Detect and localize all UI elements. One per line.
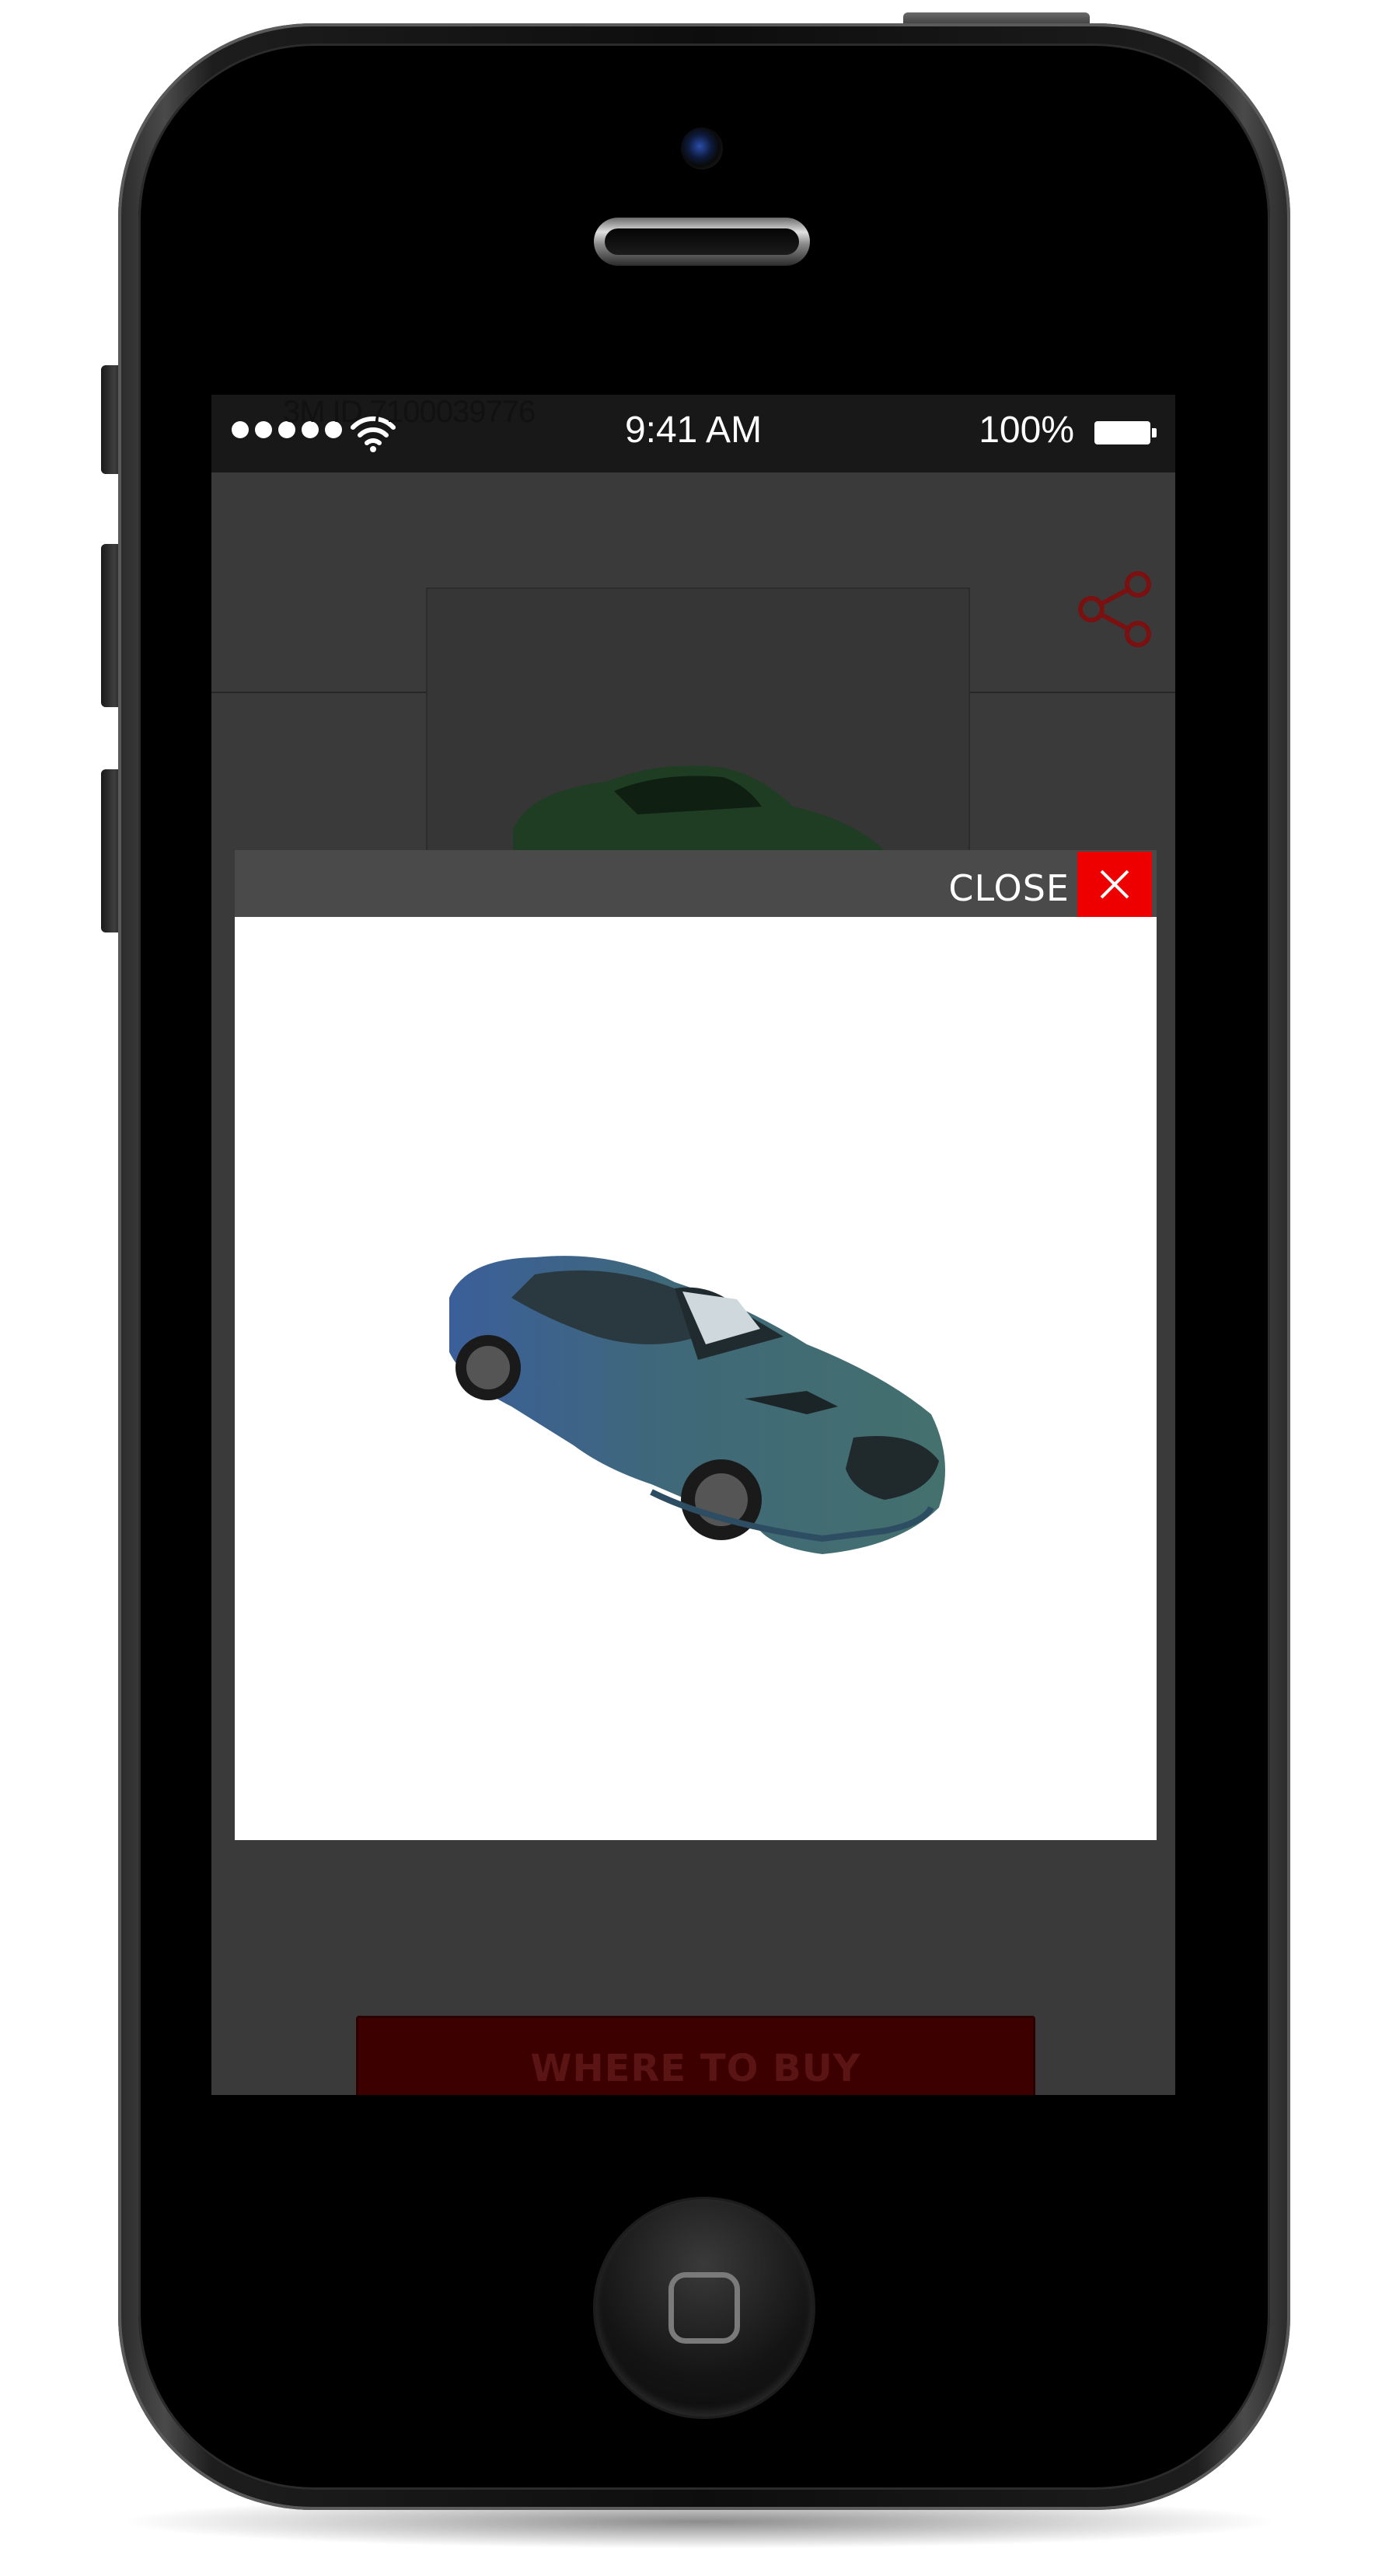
car-3d-image[interactable] bbox=[418, 1243, 978, 1577]
image-modal: CLOSE bbox=[235, 850, 1157, 1840]
share-icon[interactable] bbox=[1076, 569, 1157, 650]
screen: 3M ID 7100039776 9:41 AM 100% WHERE TO B… bbox=[211, 395, 1175, 2095]
where-to-buy-button[interactable]: WHERE TO BUY bbox=[356, 2016, 1035, 2095]
home-button bbox=[595, 2199, 813, 2417]
camera-icon bbox=[681, 127, 723, 169]
close-icon bbox=[1100, 870, 1129, 899]
home-square-icon bbox=[668, 2272, 740, 2344]
battery-icon bbox=[1094, 421, 1157, 444]
close-button[interactable] bbox=[1077, 852, 1152, 917]
modal-header: CLOSE bbox=[235, 850, 1157, 917]
speaker-grille bbox=[594, 218, 810, 266]
close-label[interactable]: CLOSE bbox=[948, 867, 1070, 909]
battery-percent: 100% bbox=[979, 410, 1074, 451]
status-bar: 3M ID 7100039776 9:41 AM 100% bbox=[211, 395, 1175, 472]
modal-image-area bbox=[239, 917, 1157, 1835]
